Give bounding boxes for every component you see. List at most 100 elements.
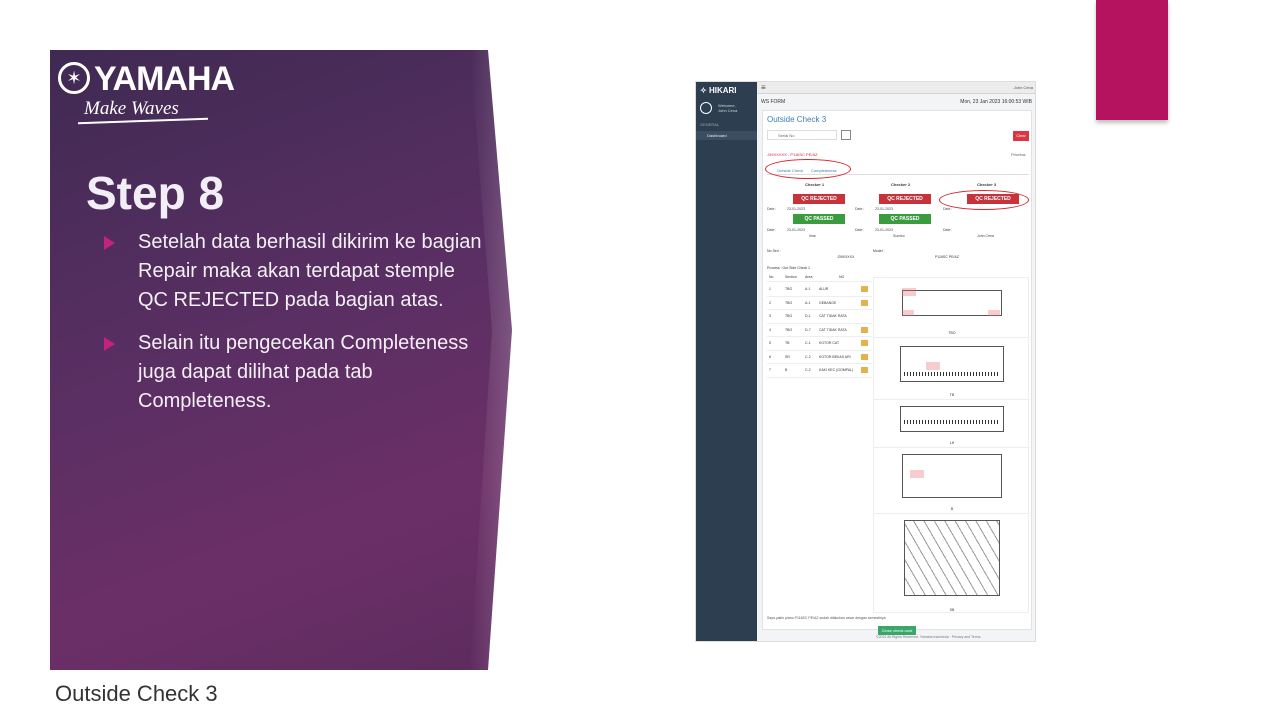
- date-value: 23-01-2023: [787, 228, 805, 232]
- welcome-text: Welcome, John Cena: [718, 103, 737, 113]
- tag-icon[interactable]: [861, 326, 868, 333]
- defect-highlight: [910, 470, 924, 478]
- qr-scan-icon[interactable]: [841, 130, 851, 140]
- table-row[interactable]: 1 TBO A-1 ALUR: [767, 283, 872, 297]
- accent-block: [1096, 0, 1168, 120]
- date-label: Date :: [943, 228, 953, 232]
- piano-front-outline: [900, 346, 1004, 382]
- tag-icon[interactable]: [861, 299, 868, 306]
- diagram-label: LH: [949, 441, 955, 445]
- slide-title: Step 8: [86, 167, 225, 219]
- priority-label: Prioritas: [1011, 152, 1026, 157]
- date-label: Date :: [767, 207, 777, 211]
- checker-title: Checker 3: [977, 182, 997, 187]
- sidebar: ✧ HIKARI Welcome, John Cena GENERAL Dash…: [696, 82, 757, 641]
- date-label: Date :: [767, 228, 777, 232]
- welcome-user: John Cena: [718, 108, 738, 113]
- form-label: WS FORM: [761, 99, 786, 105]
- noser-label: No Seri :: [767, 249, 781, 253]
- sidebar-item-dashboard[interactable]: Dashboard: [696, 131, 757, 140]
- clear-button[interactable]: Clear: [1013, 131, 1029, 141]
- qc-rejected-stamp: QC REJECTED: [879, 194, 931, 204]
- diagram-label: SB: [949, 608, 955, 612]
- triangle-bullet-icon: [104, 337, 115, 351]
- highlight-ring-tabs: [765, 159, 851, 179]
- table-row[interactable]: 4 TBO D-7 CAT TIDAK RATA: [767, 324, 872, 337]
- process-label: Process : Out Side Check 1: [767, 266, 810, 270]
- defect-highlight: [902, 288, 916, 296]
- brand-tagline: Make Waves: [84, 98, 179, 119]
- form-bar: WS FORM Mon, 23 Jan 2023 16:00:53 WIB: [757, 96, 1035, 108]
- tag-icon[interactable]: [861, 353, 868, 360]
- piano-top-outline: [902, 290, 1002, 316]
- table-row[interactable]: 5 TB C-1 KOTOR CAT: [767, 337, 872, 351]
- yamaha-logo: ✶ YAMAHA Make Waves: [58, 60, 235, 126]
- model-label: Model :: [873, 249, 885, 253]
- table-header: No Section Area NG: [767, 274, 872, 282]
- app-screenshot: ✧ HIKARI Welcome, John Cena GENERAL Dash…: [695, 81, 1036, 642]
- checker-name: Sumiko: [893, 234, 905, 238]
- hamburger-icon[interactable]: ≡: [761, 83, 766, 92]
- brand-name: YAMAHA: [94, 60, 235, 98]
- defect-highlight: [926, 362, 940, 370]
- checker-name: Ilma: [809, 234, 816, 238]
- footer: ©2022 All Rights Reserved. Yamaha Indone…: [876, 635, 981, 639]
- defect-highlight: [988, 310, 1000, 316]
- diagram-label: B: [950, 507, 954, 511]
- diagram-lh[interactable]: LH: [874, 400, 1030, 448]
- piano-diagrams: TBO TB LH B SB: [873, 277, 1030, 614]
- agreement-checkbox[interactable]: Saya yakin piano P116SC PE/AZ sudah dila…: [767, 616, 886, 620]
- close-check-card-button[interactable]: Close check card: [878, 626, 916, 635]
- table-row[interactable]: 3 TBO D-1 CAT TIDAK RATA: [767, 310, 872, 324]
- tag-icon[interactable]: [861, 340, 868, 346]
- top-bar: ≡ John Cena: [757, 82, 1035, 94]
- diagram-tb[interactable]: TB: [874, 338, 1030, 400]
- header-ng: NG: [839, 275, 845, 279]
- bullet-item: Setelah data berhasil dikirim ke bagian …: [104, 228, 484, 315]
- table-row[interactable]: 7 B C-2 KAKI KEC (GOMPAL): [767, 364, 872, 378]
- date-label: Date :: [855, 228, 865, 232]
- section-label: GENERAL: [700, 122, 720, 127]
- keyboard: [904, 372, 1000, 376]
- date-value: 23-01-2023: [787, 207, 805, 211]
- app-name: HIKARI: [708, 86, 737, 95]
- bullet-item: Selain itu pengecekan Completeness juga …: [104, 329, 484, 416]
- serial-value: J39XXXXX - P116SC PE/AZ: [767, 152, 818, 157]
- piano-back-outline: [904, 520, 1000, 596]
- qc-rejected-stamp: QC REJECTED: [793, 194, 845, 204]
- model-value: P116SC PE/AZ: [935, 255, 959, 259]
- page-title: Outside Check 3: [767, 115, 827, 124]
- keyboard: [904, 420, 1000, 424]
- date-label: Date :: [943, 207, 953, 211]
- header-area: Area: [805, 275, 813, 279]
- table-row[interactable]: 2 TBO A-1 GEBANGE: [767, 297, 872, 310]
- diagram-sb[interactable]: SB: [874, 514, 1030, 614]
- date-value: 23-01-2023: [875, 228, 893, 232]
- piano-keyboard-outline: [900, 406, 1004, 432]
- bullet-list: Setelah data berhasil dikirim ke bagian …: [104, 228, 484, 430]
- date-value: 23-01-2023: [875, 207, 893, 211]
- checker-name: John Cena: [977, 234, 994, 238]
- ng-table: 1 TBO A-1 ALUR 2 TBO A-1 GEBANGE 3 TBO D-1 CAT TI…: [767, 283, 872, 378]
- defect-highlight: [902, 310, 914, 316]
- header-no: No: [769, 275, 774, 279]
- diagram-b[interactable]: B: [874, 448, 1030, 514]
- diagram-label: TBO: [948, 331, 956, 335]
- tuning-fork-icon: ✶: [58, 62, 90, 94]
- slide-caption: Outside Check 3: [55, 681, 218, 706]
- bullet-text: Selain itu pengecekan Completeness juga …: [138, 332, 469, 412]
- diagram-tbo[interactable]: TBO: [874, 278, 1030, 338]
- avatar: [700, 102, 712, 114]
- date-label: Date :: [855, 207, 865, 211]
- tag-icon[interactable]: [861, 286, 868, 292]
- qc-passed-stamp: QC PASSED: [793, 214, 845, 224]
- serial-input[interactable]: Serial No: [767, 130, 837, 140]
- table-row[interactable]: 6 SR C-2 KOTOR BEKAS ARI: [767, 351, 872, 364]
- qc-passed-stamp: QC PASSED: [879, 214, 931, 224]
- checker-title: Checker 1: [805, 182, 825, 187]
- tag-icon[interactable]: [861, 367, 868, 373]
- main-content: Outside Check 3 Serial No Clear J39XXXXX…: [762, 110, 1032, 635]
- app-logo: ✧ HIKARI: [700, 86, 737, 95]
- checker-title: Checker 2: [891, 182, 911, 187]
- user-menu[interactable]: John Cena: [1014, 85, 1033, 90]
